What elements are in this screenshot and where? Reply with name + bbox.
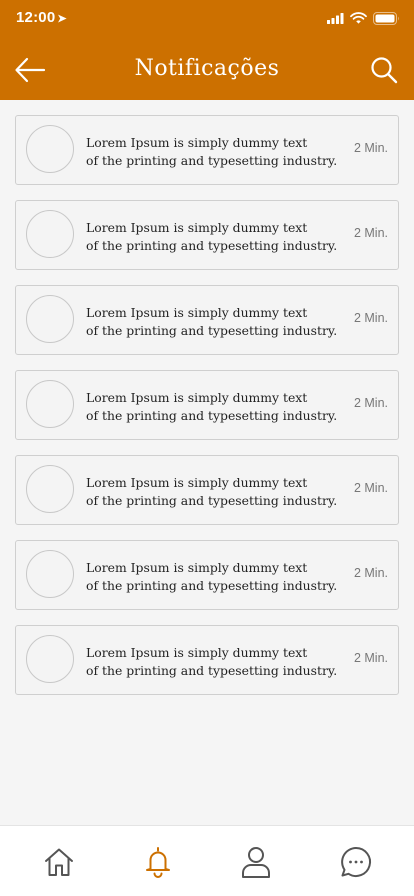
notification-time: 2 Min.: [353, 396, 388, 410]
battery-icon: [373, 11, 399, 25]
notification-line-2: of the printing and typesetting industry…: [86, 323, 338, 338]
chat-icon: [341, 846, 372, 877]
notification-line-2: of the printing and typesetting industry…: [86, 238, 338, 253]
tab-bar: [0, 825, 414, 896]
avatar: [26, 635, 74, 683]
tab-chat[interactable]: [336, 842, 376, 882]
notification-item[interactable]: Lorem Ipsum is simply dummy text of the …: [15, 285, 399, 355]
notification-time: 2 Min.: [353, 141, 388, 155]
tab-home[interactable]: [39, 842, 79, 882]
home-icon: [45, 848, 73, 876]
status-time-text: 12:00: [16, 9, 56, 26]
notification-text: Lorem Ipsum is simply dummy text of the …: [86, 134, 344, 170]
tab-notifications[interactable]: [138, 842, 178, 882]
wifi-icon: [350, 12, 367, 24]
notification-text: Lorem Ipsum is simply dummy text of the …: [86, 559, 344, 595]
notification-line-1: Lorem Ipsum is simply dummy text: [86, 305, 308, 320]
search-button[interactable]: [366, 52, 402, 88]
notification-item[interactable]: Lorem Ipsum is simply dummy text of the …: [15, 115, 399, 185]
page-title: Notificações: [134, 56, 280, 81]
search-icon: [371, 57, 398, 84]
bell-icon: [146, 847, 170, 878]
notification-line-2: of the printing and typesetting industry…: [86, 408, 338, 423]
navbar: Notificações: [0, 40, 414, 100]
notification-line-1: Lorem Ipsum is simply dummy text: [86, 220, 308, 235]
notification-time: 2 Min.: [353, 226, 388, 240]
notification-text: Lorem Ipsum is simply dummy text of the …: [86, 304, 344, 340]
notification-time: 2 Min.: [353, 481, 388, 495]
notification-item[interactable]: Lorem Ipsum is simply dummy text of the …: [15, 200, 399, 270]
notification-line-1: Lorem Ipsum is simply dummy text: [86, 475, 308, 490]
notification-line-2: of the printing and typesetting industry…: [86, 153, 338, 168]
notification-time: 2 Min.: [353, 566, 388, 580]
app-screen: 12:00 ➤ Notificações Lorem Ipsum is simp…: [0, 0, 414, 896]
notification-text: Lorem Ipsum is simply dummy text of the …: [86, 644, 344, 680]
notification-text: Lorem Ipsum is simply dummy text of the …: [86, 474, 344, 510]
status-indicators: [327, 10, 400, 26]
notification-time: 2 Min.: [353, 311, 388, 325]
notification-text: Lorem Ipsum is simply dummy text of the …: [86, 219, 344, 255]
avatar: [26, 380, 74, 428]
notification-line-2: of the printing and typesetting industry…: [86, 578, 338, 593]
avatar: [26, 465, 74, 513]
notification-list: Lorem Ipsum is simply dummy text of the …: [15, 115, 399, 710]
notification-item[interactable]: Lorem Ipsum is simply dummy text of the …: [15, 625, 399, 695]
user-icon: [242, 847, 270, 878]
avatar: [26, 550, 74, 598]
notification-line-1: Lorem Ipsum is simply dummy text: [86, 560, 308, 575]
notification-time: 2 Min.: [353, 651, 388, 665]
location-arrow-icon: ➤: [57, 13, 67, 25]
notification-line-2: of the printing and typesetting industry…: [86, 663, 338, 678]
notification-text: Lorem Ipsum is simply dummy text of the …: [86, 389, 344, 425]
avatar: [26, 295, 74, 343]
avatar: [26, 210, 74, 258]
status-bar: 12:00 ➤: [0, 0, 414, 36]
tab-profile[interactable]: [236, 842, 276, 882]
notification-item[interactable]: Lorem Ipsum is simply dummy text of the …: [15, 370, 399, 440]
cellular-signal-icon: [327, 12, 344, 24]
notification-item[interactable]: Lorem Ipsum is simply dummy text of the …: [15, 455, 399, 525]
notification-line-1: Lorem Ipsum is simply dummy text: [86, 390, 308, 405]
notification-line-2: of the printing and typesetting industry…: [86, 493, 338, 508]
header: 12:00 ➤ Notificações: [0, 0, 414, 100]
notification-item[interactable]: Lorem Ipsum is simply dummy text of the …: [15, 540, 399, 610]
notification-line-1: Lorem Ipsum is simply dummy text: [86, 135, 308, 150]
avatar: [26, 125, 74, 173]
status-time: 12:00 ➤: [16, 9, 67, 26]
notification-line-1: Lorem Ipsum is simply dummy text: [86, 645, 308, 660]
